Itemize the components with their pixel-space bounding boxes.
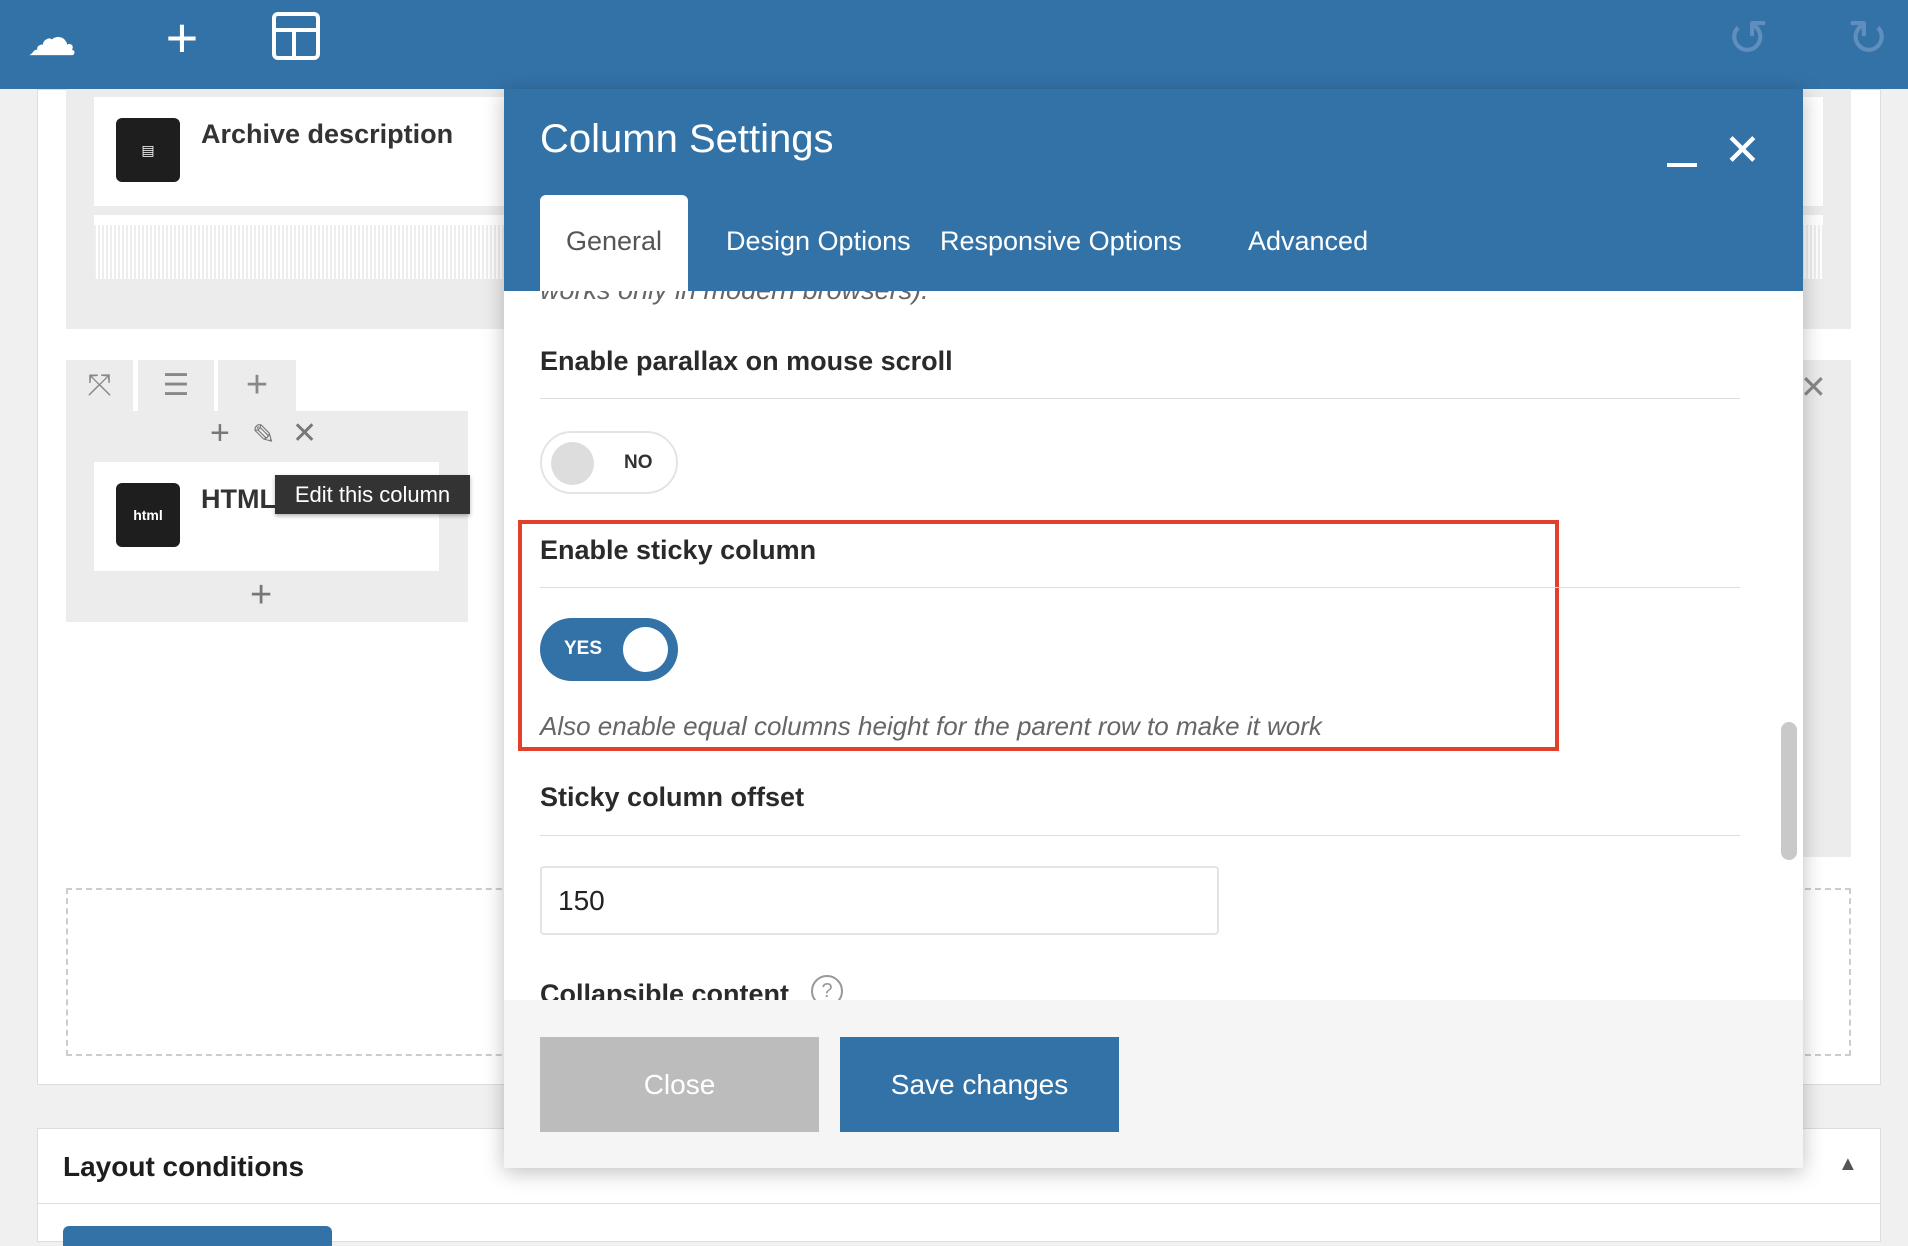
collapsible-label: Collapsible content bbox=[540, 979, 790, 1000]
help-icon[interactable]: ? bbox=[811, 975, 843, 1000]
modal-footer: Close Save changes bbox=[504, 1000, 1803, 1168]
panel-title: Layout conditions bbox=[63, 1151, 305, 1182]
modal-header: Column Settings ✕ General Design Options… bbox=[504, 89, 1803, 291]
offset-label: Sticky column offset bbox=[540, 782, 805, 812]
sticky-help: Also enable equal columns height for the… bbox=[540, 711, 1322, 741]
top-toolbar: ☁ + ↺ ↻ bbox=[0, 0, 1908, 89]
tab-advanced[interactable]: Advanced bbox=[1222, 195, 1394, 291]
html-icon: html bbox=[116, 483, 180, 547]
offset-input[interactable] bbox=[540, 866, 1219, 935]
list-icon[interactable]: ☰ bbox=[138, 360, 214, 411]
undo-icon[interactable]: ↺ bbox=[1718, 8, 1778, 68]
redo-icon[interactable]: ↻ bbox=[1838, 8, 1898, 68]
add-condition-button[interactable] bbox=[63, 1226, 332, 1246]
expand-icon[interactable]: ⤧ bbox=[66, 360, 133, 411]
element-title: Archive description bbox=[201, 119, 454, 149]
modal-body: works only in modern browsers). Enable p… bbox=[504, 291, 1803, 1000]
save-changes-button[interactable]: Save changes bbox=[840, 1037, 1119, 1132]
sticky-label: Enable sticky column bbox=[540, 535, 817, 565]
tab-responsive-options[interactable]: Responsive Options bbox=[914, 195, 1208, 291]
add-column-icon[interactable]: + bbox=[218, 360, 296, 411]
plus-icon[interactable]: + bbox=[152, 8, 212, 68]
collapse-icon[interactable]: ▲ bbox=[1838, 1153, 1858, 1176]
parallax-toggle[interactable]: NO bbox=[540, 431, 678, 494]
logo-icon[interactable]: ☁ bbox=[22, 8, 82, 68]
tab-general[interactable]: General bbox=[540, 195, 689, 291]
layout-icon[interactable] bbox=[272, 12, 320, 60]
sticky-toggle[interactable]: YES bbox=[540, 618, 678, 681]
tooltip: Edit this column bbox=[275, 475, 470, 514]
modal-title: Column Settings bbox=[540, 117, 834, 161]
close-icon[interactable]: ✕ bbox=[1724, 125, 1761, 176]
element-title: HTML bbox=[201, 484, 276, 514]
parallax-label: Enable parallax on mouse scroll bbox=[540, 346, 953, 376]
add-icon[interactable]: + bbox=[210, 414, 230, 453]
add-element-icon[interactable]: + bbox=[250, 574, 272, 617]
close-icon[interactable]: ✕ bbox=[292, 416, 317, 451]
tab-design-options[interactable]: Design Options bbox=[700, 195, 937, 291]
delete-row-icon[interactable]: ✕ bbox=[1800, 368, 1827, 406]
pencil-icon[interactable]: ✎ bbox=[252, 418, 275, 451]
close-button[interactable]: Close bbox=[540, 1037, 819, 1132]
toggle-label: YES bbox=[564, 638, 603, 659]
scrollbar[interactable] bbox=[1781, 722, 1797, 860]
image-icon: ▤ bbox=[116, 118, 180, 182]
column-settings-modal: Column Settings ✕ General Design Options… bbox=[504, 89, 1803, 1168]
help-text: works only in modern browsers). bbox=[540, 291, 929, 306]
minimize-icon[interactable] bbox=[1667, 163, 1697, 167]
toggle-label: NO bbox=[624, 452, 653, 473]
